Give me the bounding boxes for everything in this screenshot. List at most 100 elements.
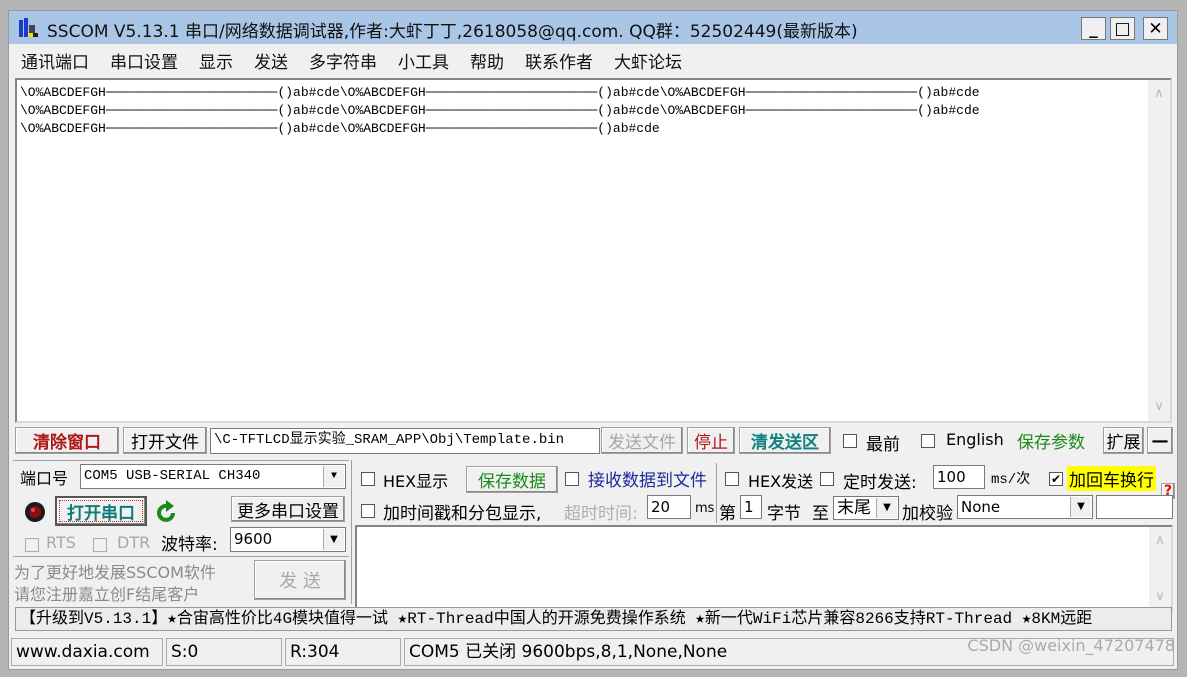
to-label: 至 [812,504,829,524]
save-params-button[interactable]: 保存参数 [1004,427,1098,454]
interval-input[interactable]: 100 [933,465,985,489]
baud-label: 波特率: [161,535,218,555]
csdn-watermark: CSDN @weixin_47207478 [967,636,1175,655]
port-label: 端口号 [20,469,69,488]
to-select[interactable]: 末尾 ▼ [833,496,899,520]
rts-label: RTS [46,533,76,552]
menu-help[interactable]: 帮助 [470,48,504,73]
topmost-label: 最前 [866,435,900,455]
close-button[interactable]: ✕ [1143,17,1168,40]
english-checkbox[interactable] [921,434,935,448]
add-crlf-label: 加回车换行 [1067,466,1156,491]
receive-line: \O%ABCDEFGH──────────────────────()ab#cd… [20,121,660,136]
receive-line: \O%ABCDEFGH──────────────────────()ab#cd… [20,85,980,100]
refresh-icon[interactable] [155,499,179,525]
menu-tools[interactable]: 小工具 [398,48,449,73]
send-button[interactable]: 发 送 [254,560,346,600]
status-received-count: R:304 [285,638,401,666]
timeout-input[interactable]: 20 [647,495,691,519]
port-select[interactable]: COM5 USB-SERIAL CH340 ▼ [80,464,346,489]
maximize-button[interactable]: □ [1110,17,1135,40]
send-scrollbar[interactable]: ∧ ∨ [1149,527,1171,611]
checksum-value: None [961,498,1001,516]
timeout-label: 超时时间: [564,504,638,524]
app-icon [19,18,38,37]
timestamp-label: 加时间戳和分包显示, [383,504,542,524]
dtr-checkbox[interactable] [93,538,107,552]
menu-forum[interactable]: 大虾论坛 [614,48,682,73]
to-value: 末尾 [837,498,871,518]
receive-scrollbar[interactable]: ∧ ∨ [1148,80,1170,421]
timed-send-label: 定时发送: [843,473,917,493]
hex-send-checkbox[interactable] [725,472,739,486]
dtr-label: DTR [117,533,151,552]
receive-text: \O%ABCDEFGH──────────────────────()ab#cd… [20,84,980,138]
stop-button[interactable]: 停止 [687,427,735,454]
english-label: English [946,430,1004,449]
chevron-down-icon[interactable]: ▼ [323,466,344,487]
hex-display-label: HEX显示 [383,472,449,491]
send-file-button[interactable]: 发送文件 [601,427,683,454]
title-bar: SSCOM V5.13.1 串口/网络数据调试器,作者:大虾丁丁,2618058… [9,11,1177,44]
checksum-output-field[interactable] [1096,495,1173,519]
divider [13,556,349,557]
collapse-button[interactable]: — [1147,427,1173,454]
menu-contact-author[interactable]: 联系作者 [525,48,593,73]
checksum-label: 加校验 [902,504,953,524]
hex-send-label: HEX发送 [748,472,814,491]
open-port-button[interactable]: 打开串口 [55,496,147,526]
menu-bar: 通讯端口 串口设置 显示 发送 多字符串 小工具 帮助 联系作者 大虾论坛 [9,44,1177,76]
receive-text-area[interactable]: \O%ABCDEFGH──────────────────────()ab#cd… [15,78,1172,423]
baud-value: 9600 [234,530,273,548]
menu-display[interactable]: 显示 [199,48,233,73]
menu-comm-port[interactable]: 通讯端口 [21,48,89,73]
port-value: COM5 USB-SERIAL CH340 [84,468,261,484]
scroll-down-icon[interactable]: ∨ [1148,399,1170,417]
menu-send[interactable]: 发送 [254,48,288,73]
divider [13,460,349,461]
news-ticker[interactable]: 【升级到V5.13.1】★合宙高性价比4G模块值得一试 ★RT-Thread中国… [15,607,1172,631]
send-text-area[interactable]: ∧ ∨ [355,525,1173,613]
open-file-button[interactable]: 打开文件 [123,427,207,454]
clear-window-button[interactable]: 清除窗口 [15,427,119,454]
chevron-down-icon[interactable]: ▼ [323,529,344,550]
maximize-icon: □ [1114,18,1131,39]
menu-serial-settings[interactable]: 串口设置 [110,48,178,73]
byte-unit-label: 字节 [767,504,801,524]
promo-line-1: 为了更好地发展SSCOM软件 [14,563,216,582]
more-serial-settings-button[interactable]: 更多串口设置 [231,496,345,522]
chevron-down-icon[interactable]: ▼ [876,498,897,518]
expand-button[interactable]: 扩展 [1103,427,1144,454]
promo-line-2: 请您注册嘉立创F结尾客户 [14,585,200,604]
receive-line: \O%ABCDEFGH──────────────────────()ab#cd… [20,103,980,118]
menu-multi-string[interactable]: 多字符串 [309,48,377,73]
timed-send-checkbox[interactable] [820,472,834,486]
scroll-up-icon[interactable]: ∧ [1148,86,1170,104]
divider [351,460,352,604]
hex-display-checkbox[interactable] [361,472,375,486]
timestamp-checkbox[interactable] [361,504,375,518]
status-sent-count: S:0 [166,638,282,666]
minimize-icon: _ [1089,18,1098,39]
file-path-input[interactable]: \C-TFTLCD显示实验_SRAM_APP\Obj\Template.bin [210,428,600,454]
recv-to-file-label: 接收数据到文件 [588,471,707,491]
scroll-up-icon[interactable]: ∧ [1149,533,1171,551]
add-crlf-checkbox[interactable]: ✔ [1049,472,1063,486]
recv-to-file-checkbox[interactable] [565,472,579,486]
divider [716,463,717,523]
interval-unit-label: ms/次 [991,472,1031,488]
clear-send-button[interactable]: 清发送区 [739,427,831,454]
timeout-unit-label: ms [695,501,715,516]
status-website[interactable]: www.daxia.com [11,638,163,666]
baud-select[interactable]: 9600 ▼ [230,527,346,552]
port-status-led-icon [25,502,45,522]
scroll-down-icon[interactable]: ∨ [1149,589,1171,607]
byte-from-input[interactable]: 1 [740,495,762,519]
chevron-down-icon[interactable]: ▼ [1070,497,1091,517]
rts-checkbox[interactable] [25,538,39,552]
checksum-select[interactable]: None ▼ [957,495,1093,519]
save-data-button[interactable]: 保存数据 [466,466,558,493]
topmost-checkbox[interactable] [843,434,857,448]
window-title: SSCOM V5.13.1 串口/网络数据调试器,作者:大虾丁丁,2618058… [47,22,858,42]
minimize-button[interactable]: _ [1081,17,1106,40]
